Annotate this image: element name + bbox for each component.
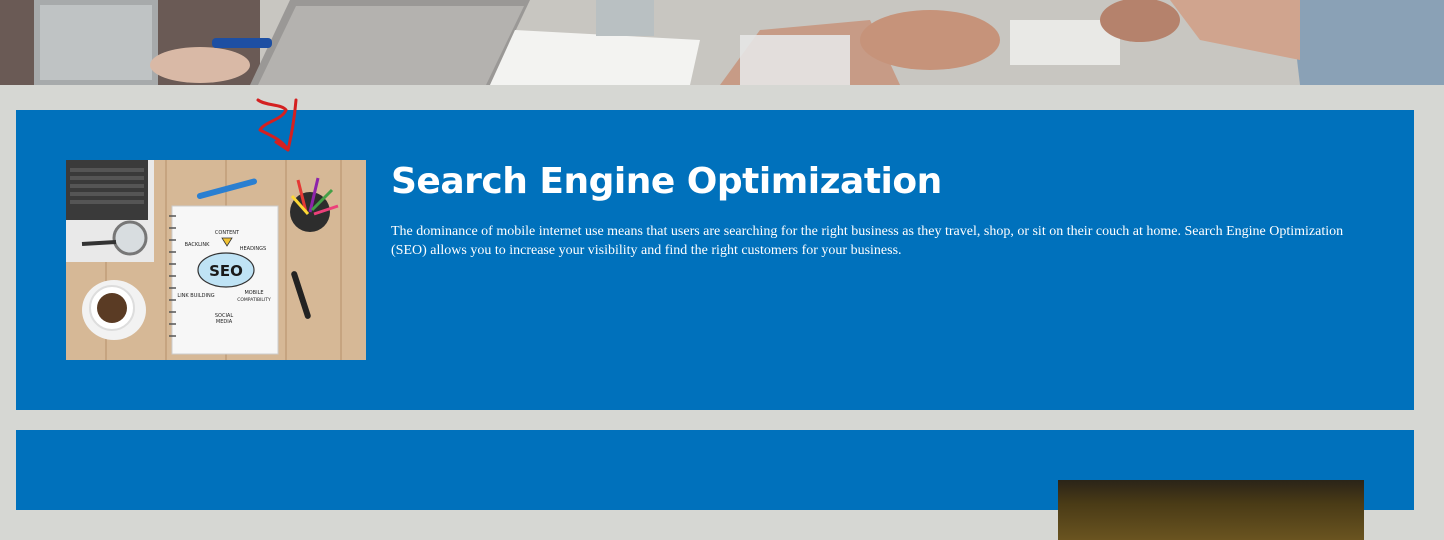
svg-text:COMPATIBILITY: COMPATIBILITY bbox=[237, 297, 271, 303]
svg-text:MOBILE: MOBILE bbox=[244, 290, 263, 296]
svg-text:HEADINGS: HEADINGS bbox=[240, 246, 266, 252]
service-card-seo: SEO CONTENT BACKLINK HEADINGS LINK BUILD… bbox=[16, 110, 1414, 410]
svg-text:CONTENT: CONTENT bbox=[215, 230, 240, 236]
service-description: The dominance of mobile internet use mea… bbox=[391, 224, 1344, 258]
service-title: Search Engine Optimization bbox=[391, 161, 942, 202]
red-arrow-icon bbox=[256, 98, 298, 152]
svg-text:LINK BUILDING: LINK BUILDING bbox=[177, 293, 214, 299]
service-card-next bbox=[16, 430, 1414, 540]
svg-text:BACKLINK: BACKLINK bbox=[185, 242, 211, 248]
seo-illustration-image: SEO CONTENT BACKLINK HEADINGS LINK BUILD… bbox=[66, 160, 366, 360]
svg-text:MEDIA: MEDIA bbox=[216, 319, 233, 325]
service-image bbox=[1058, 480, 1364, 540]
hero-image bbox=[0, 0, 1444, 85]
svg-text:SEO: SEO bbox=[209, 262, 243, 280]
